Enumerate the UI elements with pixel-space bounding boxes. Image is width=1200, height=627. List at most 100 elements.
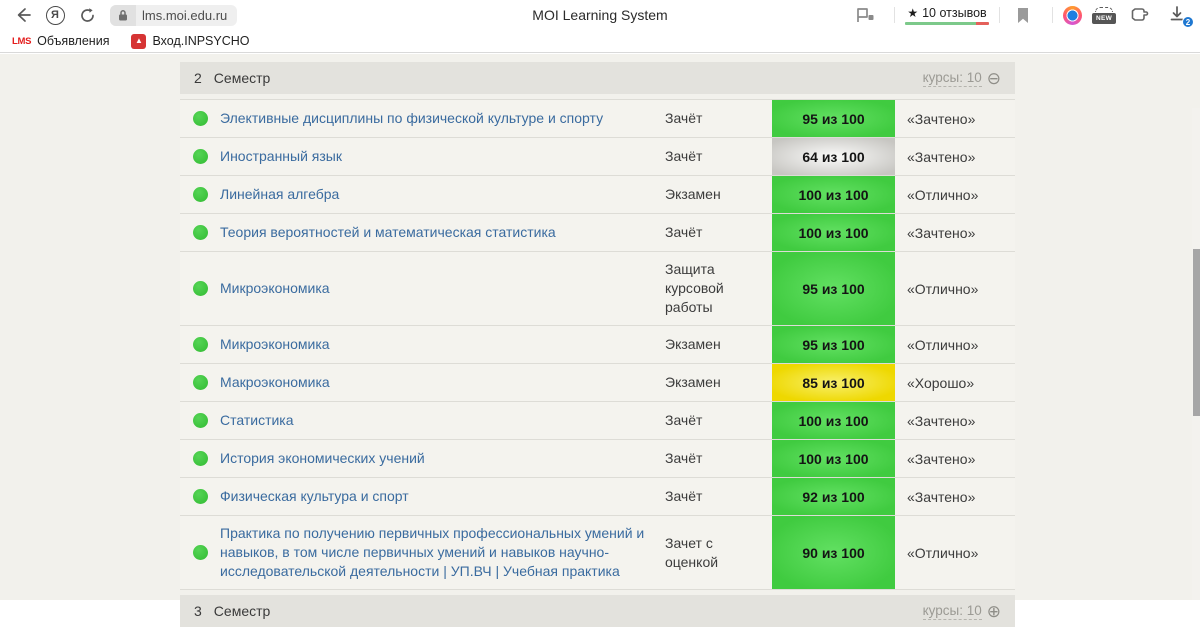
course-status-cell bbox=[180, 489, 220, 504]
score-value: 90 из 100 bbox=[802, 545, 864, 561]
course-name-cell: Микроэкономика bbox=[220, 327, 665, 362]
assessment-type: Зачёт bbox=[665, 441, 772, 476]
semester-3-expand-toggle[interactable]: курсы: 10 ⊕ bbox=[923, 603, 1001, 620]
rating-bar bbox=[905, 22, 989, 25]
score-value: 64 из 100 bbox=[802, 149, 864, 165]
expand-plus-icon[interactable]: ⊕ bbox=[987, 603, 1001, 620]
course-name-cell: Иностранный язык bbox=[220, 139, 665, 174]
status-dot-icon bbox=[193, 187, 208, 202]
course-link[interactable]: Иностранный язык bbox=[220, 148, 342, 164]
grade-value: «Отлично» bbox=[895, 545, 1015, 561]
course-status-cell bbox=[180, 337, 220, 352]
assessment-type: Защита курсовой работы bbox=[665, 252, 772, 325]
score-badge: 100 из 100 bbox=[772, 440, 895, 477]
collections-icon[interactable] bbox=[852, 2, 878, 28]
status-dot-icon bbox=[193, 111, 208, 126]
score-badge: 95 из 100 bbox=[772, 326, 895, 363]
course-name-cell: Теория вероятностей и математическая ста… bbox=[220, 215, 665, 250]
course-status-cell bbox=[180, 413, 220, 428]
course-link[interactable]: Микроэкономика bbox=[220, 336, 330, 352]
back-icon[interactable] bbox=[10, 2, 36, 28]
url-text: lms.moi.edu.ru bbox=[136, 8, 237, 23]
bookmark-icon[interactable] bbox=[1010, 2, 1036, 28]
scrollbar-track[interactable] bbox=[1192, 108, 1200, 600]
ssl-lock-icon[interactable] bbox=[110, 5, 136, 26]
course-name-cell: Макроэкономика bbox=[220, 365, 665, 400]
toolbar-divider bbox=[999, 7, 1000, 23]
course-row: Линейная алгебра Экзамен 100 из 100 «Отл… bbox=[180, 176, 1015, 214]
collapse-minus-icon[interactable]: ⊖ bbox=[987, 70, 1001, 87]
course-link[interactable]: Статистика bbox=[220, 412, 294, 428]
assessment-type: Зачёт bbox=[665, 403, 772, 438]
status-dot-icon bbox=[193, 281, 208, 296]
status-dot-icon bbox=[193, 451, 208, 466]
address-bar[interactable]: lms.moi.edu.ru bbox=[110, 5, 237, 26]
grade-value: «Хорошо» bbox=[895, 375, 1015, 391]
toolbar-divider bbox=[1052, 7, 1053, 23]
score-badge: 90 из 100 bbox=[772, 516, 895, 589]
status-dot-icon bbox=[193, 225, 208, 240]
extension-tag-icon[interactable] bbox=[1126, 2, 1152, 28]
assessment-type: Экзамен bbox=[665, 365, 772, 400]
assessment-type: Зачёт bbox=[665, 139, 772, 174]
scrollbar-thumb[interactable] bbox=[1193, 249, 1200, 416]
course-link[interactable]: Физическая культура и спорт bbox=[220, 488, 409, 504]
assessment-type: Экзамен bbox=[665, 177, 772, 212]
status-dot-icon bbox=[193, 413, 208, 428]
course-name-cell: Элективные дисциплины по физической куль… bbox=[220, 101, 665, 136]
browser-toolbar: Я lms.moi.edu.ru MOI Learning System ★ 1… bbox=[0, 0, 1200, 30]
extension-new-icon[interactable]: NEW bbox=[1092, 6, 1116, 24]
course-row: Статистика Зачёт 100 из 100 «Зачтено» bbox=[180, 402, 1015, 440]
grades-table: 2 Семестр курсы: 10 ⊖ Элективные дисципл… bbox=[180, 62, 1015, 627]
downloads-icon[interactable]: 2 bbox=[1168, 5, 1190, 25]
grade-value: «Зачтено» bbox=[895, 413, 1015, 429]
status-dot-icon bbox=[193, 489, 208, 504]
course-name-cell: Микроэкономика bbox=[220, 271, 665, 306]
score-value: 92 из 100 bbox=[802, 489, 864, 505]
course-link[interactable]: Макроэкономика bbox=[220, 374, 330, 390]
course-row: Практика по получению первичных професси… bbox=[180, 516, 1015, 590]
grade-value: «Зачтено» bbox=[895, 225, 1015, 241]
course-row: История экономических учений Зачёт 100 и… bbox=[180, 440, 1015, 478]
course-link[interactable]: Практика по получению первичных професси… bbox=[220, 525, 644, 579]
grade-value: «Зачтено» bbox=[895, 489, 1015, 505]
semester-2-collapse-toggle[interactable]: курсы: 10 ⊖ bbox=[923, 70, 1001, 87]
status-dot-icon bbox=[193, 149, 208, 164]
course-status-cell bbox=[180, 281, 220, 296]
course-link[interactable]: Микроэкономика bbox=[220, 280, 330, 296]
grade-value: «Зачтено» bbox=[895, 149, 1015, 165]
score-badge: 95 из 100 bbox=[772, 100, 895, 137]
grade-value: «Отлично» bbox=[895, 337, 1015, 353]
course-rows: Элективные дисциплины по физической куль… bbox=[180, 99, 1015, 590]
course-link[interactable]: Теория вероятностей и математическая ста… bbox=[220, 224, 556, 240]
status-dot-icon bbox=[193, 545, 208, 560]
assessment-type: Зачёт bbox=[665, 479, 772, 514]
course-link[interactable]: Элективные дисциплины по физической куль… bbox=[220, 110, 603, 126]
page-content: 2 Семестр курсы: 10 ⊖ Элективные дисципл… bbox=[0, 54, 1200, 600]
yandex-home-icon[interactable]: Я bbox=[42, 2, 68, 28]
course-link[interactable]: История экономических учений bbox=[220, 450, 425, 466]
score-badge: 85 из 100 bbox=[772, 364, 895, 401]
assessment-type: Зачёт bbox=[665, 215, 772, 250]
course-status-cell bbox=[180, 451, 220, 466]
grade-value: «Отлично» bbox=[895, 187, 1015, 203]
score-badge: 92 из 100 bbox=[772, 478, 895, 515]
course-row: Микроэкономика Защита курсовой работы 95… bbox=[180, 252, 1015, 326]
course-status-cell bbox=[180, 187, 220, 202]
score-value: 85 из 100 bbox=[802, 375, 864, 391]
bookmark-announcements[interactable]: LMS Объявления bbox=[12, 34, 109, 48]
semester-number: 2 bbox=[194, 70, 202, 86]
site-reviews-button[interactable]: ★ 10 отзывов bbox=[905, 6, 989, 25]
course-status-cell bbox=[180, 545, 220, 560]
score-value: 100 из 100 bbox=[798, 413, 868, 429]
extension-browser-icon[interactable] bbox=[1063, 6, 1082, 25]
course-name-cell: Физическая культура и спорт bbox=[220, 479, 665, 514]
assessment-type: Экзамен bbox=[665, 327, 772, 362]
bookmark-inpsycho[interactable]: ▲ Вход.INPSYCHO bbox=[131, 34, 249, 49]
status-dot-icon bbox=[193, 337, 208, 352]
course-row: Макроэкономика Экзамен 85 из 100 «Хорошо… bbox=[180, 364, 1015, 402]
refresh-icon[interactable] bbox=[74, 2, 100, 28]
lms-favicon: LMS bbox=[12, 36, 31, 47]
course-link[interactable]: Линейная алгебра bbox=[220, 186, 339, 202]
assessment-type: Зачет с оценкой bbox=[665, 526, 772, 580]
